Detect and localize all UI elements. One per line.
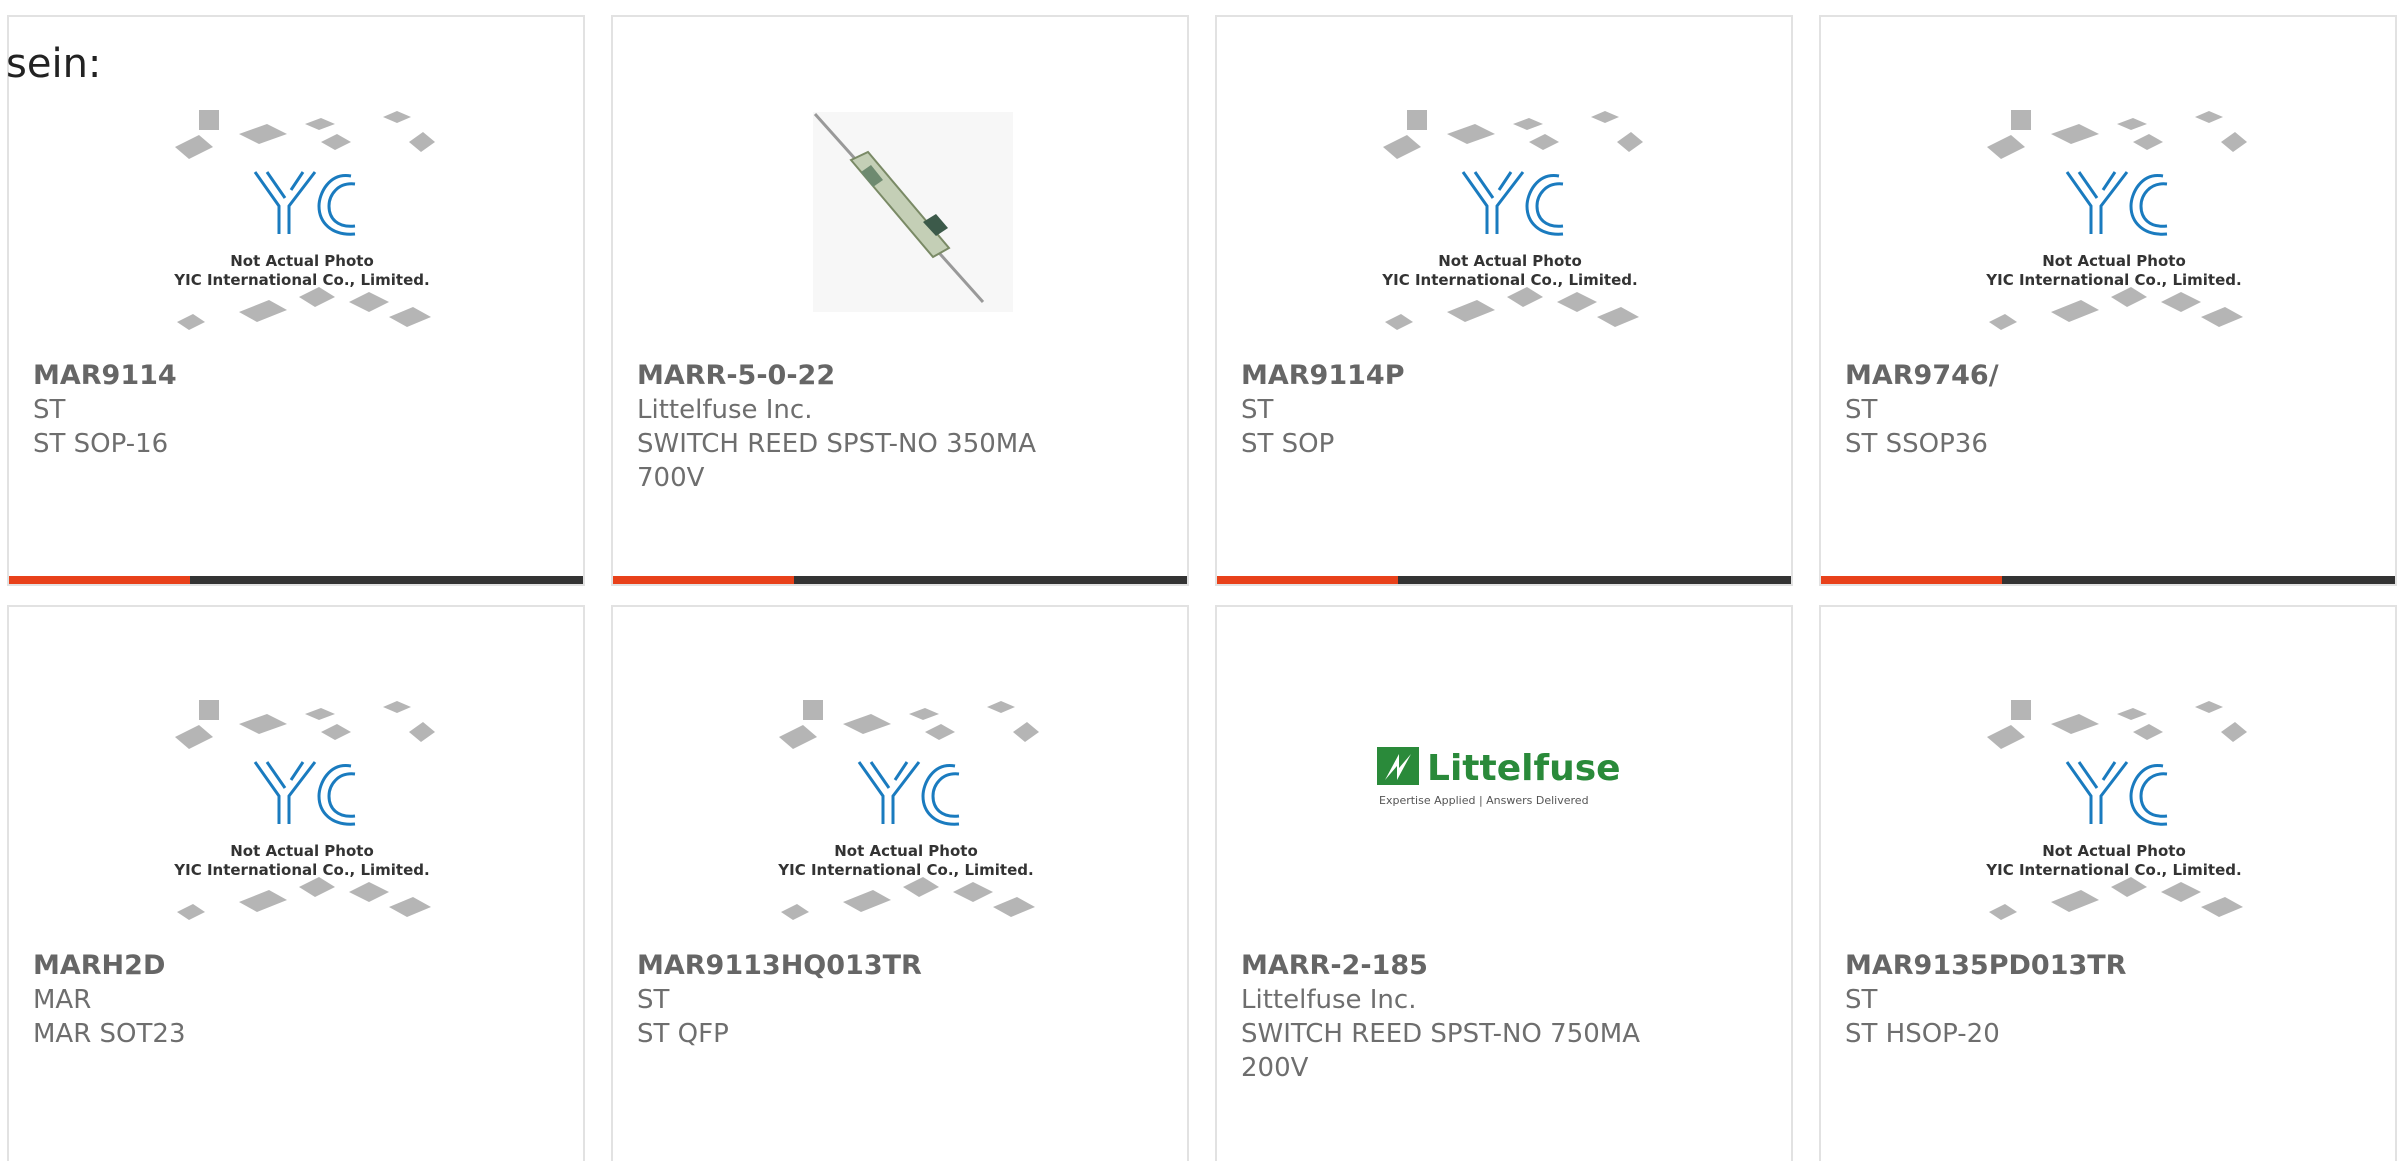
not-actual-photo-image: Not Actual Photo YIC International Co., … [169, 102, 435, 342]
product-info: MAR9113HQ013TR ST ST QFP [637, 949, 1157, 1051]
product-info: MAR9114P ST ST SOP [1241, 359, 1761, 461]
yic-company-text: YIC International Co., Limited. [1985, 861, 2241, 879]
yic-company-text: YIC International Co., Limited. [173, 861, 429, 879]
yic-placeholder-graphic: Not Actual Photo YIC International Co., … [1381, 110, 1643, 330]
product-card[interactable]: MARR-5-0-22 Littelfuse Inc. SWITCH REED … [611, 15, 1189, 586]
littelfuse-logo: Littelfuse Expertise Applied | Answers D… [1377, 747, 1621, 807]
lead-text: sein: [6, 41, 102, 87]
yic-placeholder-graphic: Not Actual Photo YIC International Co., … [173, 700, 435, 920]
page: sein: Not Actual Photo YIC International… [0, 0, 2400, 1161]
not-actual-photo-image: Not Actual Photo YIC International Co., … [1981, 102, 2247, 342]
littelfuse-name-text: Littelfuse [1427, 748, 1621, 789]
product-grid: Not Actual Photo YIC International Co., … [0, 0, 2400, 1161]
product-card[interactable]: Not Actual Photo YIC International Co., … [7, 605, 585, 1161]
description: MAR SOT23 [33, 1019, 186, 1049]
progress-fill [1217, 576, 1398, 584]
not-actual-photo-text: Not Actual Photo [230, 252, 374, 270]
not-actual-photo-text: Not Actual Photo [2042, 252, 2186, 270]
yic-placeholder-graphic: Not Actual Photo YIC International Co., … [1985, 110, 2247, 330]
product-card[interactable]: Not Actual Photo YIC International Co., … [1215, 15, 1793, 586]
description: ST SOP-16 [33, 429, 169, 459]
manufacturer: Littelfuse Inc. [637, 395, 813, 425]
manufacturer: ST [1845, 395, 1878, 425]
description: ST HSOP-20 [1845, 1019, 2000, 1049]
manufacturer: ST [1845, 985, 1878, 1015]
manufacturer: ST [637, 985, 670, 1015]
part-number[interactable]: MARR-5-0-22 [637, 359, 1157, 393]
product-card[interactable]: Not Actual Photo YIC International Co., … [1819, 605, 2397, 1161]
reed-switch-image [813, 112, 1013, 312]
progress-fill [613, 576, 794, 584]
progress-bar [1821, 576, 2395, 584]
yic-placeholder-graphic: Not Actual Photo YIC International Co., … [777, 700, 1039, 920]
not-actual-photo-text: Not Actual Photo [2042, 842, 2186, 860]
progress-bar [613, 576, 1187, 584]
not-actual-photo-image: Not Actual Photo YIC International Co., … [1377, 102, 1643, 342]
product-info: MARH2D MAR MAR SOT23 [33, 949, 553, 1051]
product-card[interactable]: Not Actual Photo YIC International Co., … [7, 15, 585, 586]
reed-switch-photo [773, 102, 1039, 342]
manufacturer: Littelfuse Inc. [1241, 985, 1417, 1015]
progress-bar [9, 576, 583, 584]
yic-company-text: YIC International Co., Limited. [1381, 271, 1637, 289]
progress-fill [9, 576, 190, 584]
not-actual-photo-image: Not Actual Photo YIC International Co., … [169, 692, 435, 932]
part-number[interactable]: MAR9135PD013TR [1845, 949, 2365, 983]
part-number[interactable]: MARR-2-185 [1241, 949, 1761, 983]
part-number[interactable]: MARH2D [33, 949, 553, 983]
product-card[interactable]: Not Actual Photo YIC International Co., … [1819, 15, 2397, 586]
not-actual-photo-image: Not Actual Photo YIC International Co., … [773, 692, 1039, 932]
part-number[interactable]: MAR9114P [1241, 359, 1761, 393]
manufacturer: ST [1241, 395, 1274, 425]
product-info: MAR9135PD013TR ST ST HSOP-20 [1845, 949, 2365, 1051]
yic-placeholder-graphic: Not Actual Photo YIC International Co., … [1985, 700, 2247, 920]
description: SWITCH REED SPST-NO 750MA 200V [1241, 1019, 1641, 1083]
description: SWITCH REED SPST-NO 350MA 700V [637, 429, 1037, 493]
product-info: MARR-2-185 Littelfuse Inc. SWITCH REED S… [1241, 949, 1761, 1085]
yic-company-text: YIC International Co., Limited. [173, 271, 429, 289]
yic-company-text: YIC International Co., Limited. [1985, 271, 2241, 289]
product-info: MAR9114 ST ST SOP-16 [33, 359, 553, 461]
not-actual-photo-image: Not Actual Photo YIC International Co., … [1981, 692, 2247, 932]
product-info: MARR-5-0-22 Littelfuse Inc. SWITCH REED … [637, 359, 1157, 495]
product-info: MAR9746/ ST ST SSOP36 [1845, 359, 2365, 461]
product-card[interactable]: Not Actual Photo YIC International Co., … [611, 605, 1189, 1161]
progress-fill [1821, 576, 2002, 584]
part-number[interactable]: MAR9113HQ013TR [637, 949, 1157, 983]
description: ST SSOP36 [1845, 429, 1988, 459]
part-number[interactable]: MAR9746/ [1845, 359, 2365, 393]
littelfuse-logo-image: Littelfuse Expertise Applied | Answers D… [1377, 692, 1643, 932]
littelfuse-tagline-text: Expertise Applied | Answers Delivered [1379, 794, 1589, 807]
progress-bar [1217, 576, 1791, 584]
description: ST SOP [1241, 429, 1335, 459]
not-actual-photo-text: Not Actual Photo [834, 842, 978, 860]
yic-company-text: YIC International Co., Limited. [777, 861, 1033, 879]
not-actual-photo-text: Not Actual Photo [1438, 252, 1582, 270]
not-actual-photo-text: Not Actual Photo [230, 842, 374, 860]
manufacturer: ST [33, 395, 66, 425]
product-card[interactable]: Littelfuse Expertise Applied | Answers D… [1215, 605, 1793, 1161]
yic-placeholder-graphic: Not Actual Photo YIC International Co., … [173, 110, 435, 330]
part-number[interactable]: MAR9114 [33, 359, 553, 393]
manufacturer: MAR [33, 985, 92, 1015]
description: ST QFP [637, 1019, 729, 1049]
